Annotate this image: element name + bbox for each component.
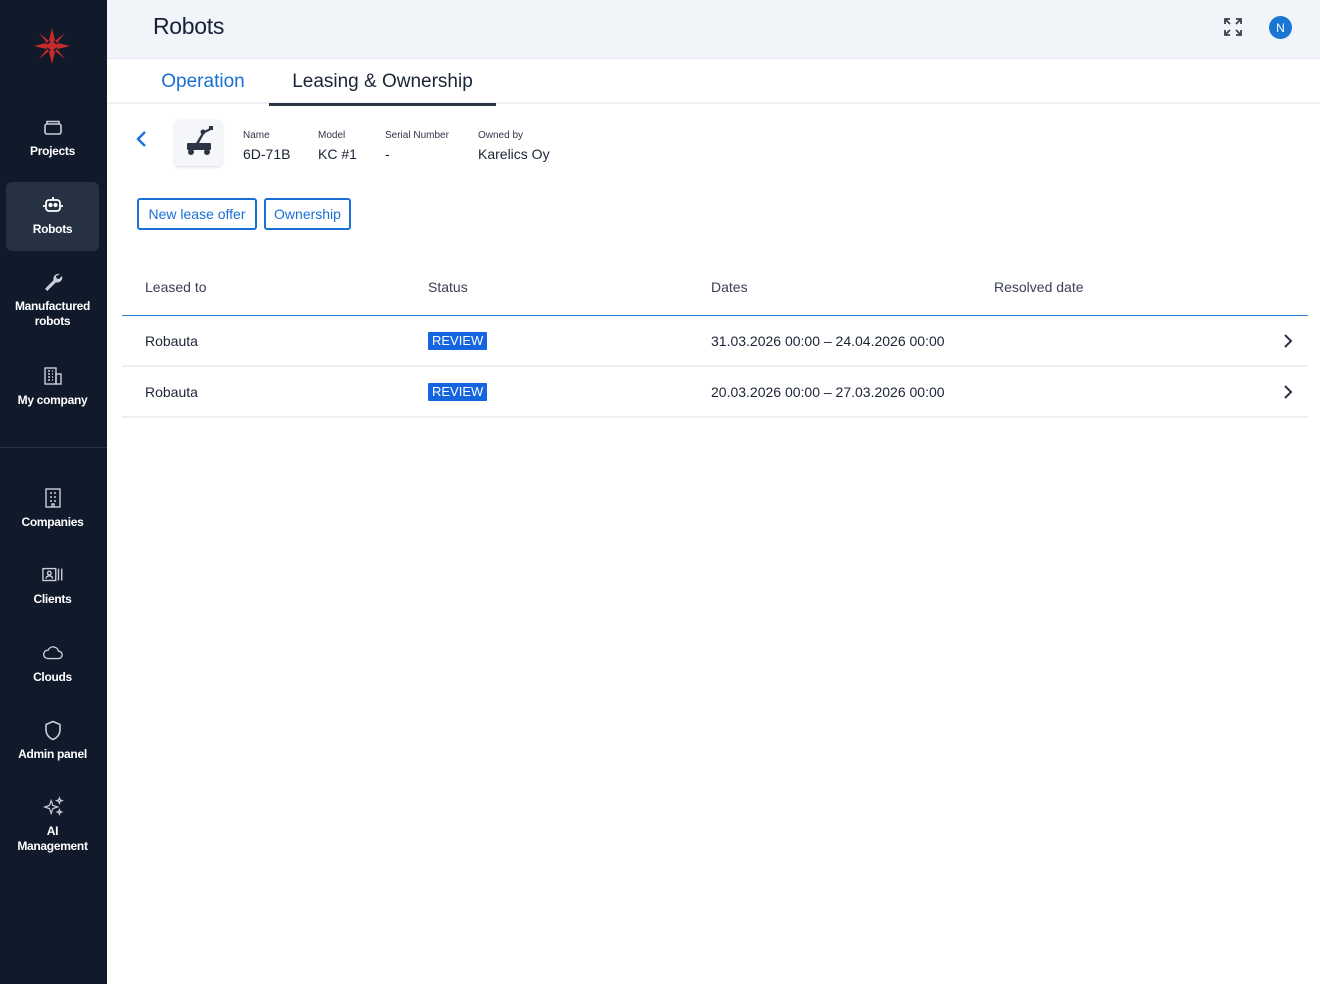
sidebar-item-admin-panel[interactable]: Admin panel <box>6 719 99 769</box>
fullscreen-button[interactable] <box>1222 16 1244 38</box>
sidebar-item-label: Projects <box>30 144 75 158</box>
shield-icon <box>42 719 64 741</box>
robot-owner-value: Karelics Oy <box>478 146 550 162</box>
column-header-resolved-date[interactable]: Resolved date <box>994 279 1084 295</box>
sidebar-divider <box>0 447 107 448</box>
dates-cell: 31.03.2026 00:00 – 24.04.2026 00:00 <box>711 333 945 349</box>
leased-to-cell: Robauta <box>145 384 198 400</box>
building-icon <box>42 365 64 387</box>
tab-leasing-ownership[interactable]: Leasing & Ownership <box>269 60 496 106</box>
sidebar-item-label: Manufactured robots <box>14 299 91 328</box>
dates-cell: 20.03.2026 00:00 – 27.03.2026 00:00 <box>711 384 945 400</box>
chevron-right-icon[interactable] <box>1282 384 1294 400</box>
sidebar: Projects Robots Manufactured robots My c… <box>0 0 107 984</box>
table-row[interactable]: Robauta REVIEW 31.03.2026 00:00 – 24.04.… <box>122 316 1308 367</box>
chevron-left-icon <box>132 131 152 154</box>
robot-name-label: Name <box>243 130 270 141</box>
ownership-button[interactable]: Ownership <box>264 198 351 230</box>
lease-table: Leased to Status Dates Resolved date Rob… <box>122 265 1308 418</box>
sidebar-item-my-company[interactable]: My company <box>6 365 99 415</box>
top-header: Robots N <box>107 0 1320 59</box>
column-header-dates[interactable]: Dates <box>711 279 748 295</box>
tab-bar: Operation Leasing & Ownership <box>107 60 1320 106</box>
sidebar-item-label: Admin panel <box>18 747 87 761</box>
robot-model-label: Model <box>318 130 346 141</box>
sidebar-item-projects[interactable]: Projects <box>6 116 99 168</box>
avatar[interactable]: N <box>1269 16 1292 39</box>
sidebar-item-ai-management[interactable]: AI Management <box>6 796 99 860</box>
company-logo[interactable] <box>33 27 71 65</box>
sidebar-item-label: AI Management <box>17 824 88 853</box>
cloud-icon <box>42 642 64 664</box>
robot-thumbnail <box>175 120 222 166</box>
expand-icon <box>1222 18 1244 42</box>
sidebar-item-label: My company <box>17 393 88 407</box>
sidebar-item-label: Companies <box>21 515 84 529</box>
new-lease-offer-button[interactable]: New lease offer <box>137 198 257 230</box>
sidebar-item-label: Clients <box>33 592 72 606</box>
office-building-icon <box>42 487 64 509</box>
chevron-right-icon[interactable] <box>1282 333 1294 349</box>
robot-serial-field: Serial Number - <box>385 130 449 162</box>
sidebar-item-label: Robots <box>32 222 73 236</box>
folder-icon <box>42 116 64 138</box>
robot-name-value: 6D-71B <box>243 146 291 162</box>
tab-operation[interactable]: Operation <box>139 60 267 104</box>
column-header-status[interactable]: Status <box>428 279 468 295</box>
robot-serial-label: Serial Number <box>385 130 449 141</box>
sidebar-item-robots[interactable]: Robots <box>6 182 99 251</box>
page-title: Robots <box>153 13 225 39</box>
app: Projects Robots Manufactured robots My c… <box>0 0 1320 984</box>
sidebar-item-label: Clouds <box>33 670 72 684</box>
contacts-icon <box>41 564 64 586</box>
robot-model-field: Model KC #1 <box>318 130 357 162</box>
status-badge: REVIEW <box>428 383 488 401</box>
robot-icon <box>42 194 64 216</box>
robot-owner-label: Owned by <box>478 130 524 141</box>
robot-arm-icon <box>182 125 216 162</box>
robot-serial-value: - <box>385 146 390 162</box>
leased-to-cell: Robauta <box>145 333 198 349</box>
column-header-leased-to[interactable]: Leased to <box>145 279 207 295</box>
back-button[interactable] <box>132 128 152 150</box>
sparkles-icon <box>42 796 64 818</box>
sidebar-item-companies[interactable]: Companies <box>6 487 99 537</box>
sidebar-item-clouds[interactable]: Clouds <box>6 642 99 692</box>
sidebar-item-clients[interactable]: Clients <box>6 564 99 614</box>
table-row[interactable]: Robauta REVIEW 20.03.2026 00:00 – 27.03.… <box>122 367 1308 418</box>
sidebar-item-manufactured-robots[interactable]: Manufactured robots <box>6 271 99 335</box>
table-header: Leased to Status Dates Resolved date <box>122 265 1308 316</box>
robot-owner-field: Owned by Karelics Oy <box>478 130 550 162</box>
status-badge: REVIEW <box>428 332 488 350</box>
robot-name-field: Name 6D-71B <box>243 130 290 162</box>
robot-model-value: KC #1 <box>318 146 357 162</box>
wrench-icon <box>42 271 64 293</box>
